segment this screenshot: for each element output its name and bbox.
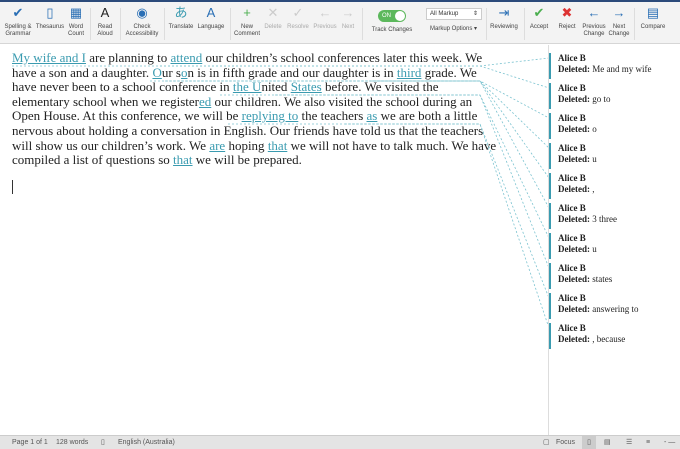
comment-balloon[interactable]: Alice B Deleted: u bbox=[549, 143, 679, 169]
proofing-icon[interactable]: ▯ bbox=[101, 436, 105, 449]
comment-author: Alice B bbox=[558, 53, 586, 63]
comment-label: Deleted: bbox=[558, 94, 590, 104]
focus-icon[interactable]: ▢ bbox=[543, 436, 550, 449]
comment-label: Deleted: bbox=[558, 64, 590, 74]
comment-label: Deleted: bbox=[558, 124, 590, 134]
deleted-text: 3 three bbox=[592, 214, 617, 224]
status-bar: Page 1 of 1 128 words ▯ English (Austral… bbox=[0, 435, 680, 449]
comment-balloon[interactable]: Alice B Deleted: states bbox=[549, 263, 679, 289]
print-layout-icon[interactable]: ▯ bbox=[582, 436, 596, 449]
comment-label: Deleted: bbox=[558, 244, 590, 254]
comment-author: Alice B bbox=[558, 173, 586, 183]
deleted-text: Me and my wife bbox=[592, 64, 652, 74]
outline-icon[interactable]: ☰ bbox=[626, 436, 632, 449]
comment-label: Deleted: bbox=[558, 304, 590, 314]
language-status[interactable]: English (Australia) bbox=[118, 436, 175, 449]
comment-label: Deleted: bbox=[558, 334, 590, 344]
comment-author: Alice B bbox=[558, 143, 586, 153]
comment-author: Alice B bbox=[558, 293, 586, 303]
word-count[interactable]: 128 words bbox=[56, 436, 88, 449]
comment-balloon[interactable]: Alice B Deleted: u bbox=[549, 233, 679, 259]
comment-label: Deleted: bbox=[558, 274, 590, 284]
comment-author: Alice B bbox=[558, 203, 586, 213]
comment-balloon[interactable]: Alice B Deleted: answering to bbox=[549, 293, 679, 319]
comment-balloon[interactable]: Alice B Deleted: , bbox=[549, 173, 679, 199]
comment-balloon[interactable]: Alice B Deleted: o bbox=[549, 113, 679, 139]
draft-icon[interactable]: ≡ bbox=[646, 436, 650, 449]
comment-balloon[interactable]: Alice B Deleted: Me and my wife bbox=[549, 53, 679, 79]
deleted-text: , because bbox=[592, 334, 626, 344]
comment-author: Alice B bbox=[558, 83, 586, 93]
comment-label: Deleted: bbox=[558, 214, 590, 224]
deleted-text: go to bbox=[592, 94, 611, 104]
page-count[interactable]: Page 1 of 1 bbox=[12, 436, 48, 449]
comment-author: Alice B bbox=[558, 323, 586, 333]
web-layout-icon[interactable]: ▤ bbox=[604, 436, 611, 449]
comment-author: Alice B bbox=[558, 113, 586, 123]
comment-author: Alice B bbox=[558, 263, 586, 273]
comment-label: Deleted: bbox=[558, 154, 590, 164]
deleted-text: u bbox=[592, 244, 597, 254]
comment-label: Deleted: bbox=[558, 184, 590, 194]
zoom-slider[interactable]: - — bbox=[664, 436, 675, 449]
deleted-text: , bbox=[592, 184, 595, 194]
comment-author: Alice B bbox=[558, 233, 586, 243]
deleted-text: answering to bbox=[592, 304, 639, 314]
deleted-text: u bbox=[592, 154, 597, 164]
deleted-text: o bbox=[592, 124, 597, 134]
comment-balloon[interactable]: Alice B Deleted: , because bbox=[549, 323, 679, 349]
comment-balloon[interactable]: Alice B Deleted: go to bbox=[549, 83, 679, 109]
focus-button[interactable]: Focus bbox=[556, 436, 575, 449]
comment-balloon[interactable]: Alice B Deleted: 3 three bbox=[549, 203, 679, 229]
deleted-text: states bbox=[592, 274, 613, 284]
